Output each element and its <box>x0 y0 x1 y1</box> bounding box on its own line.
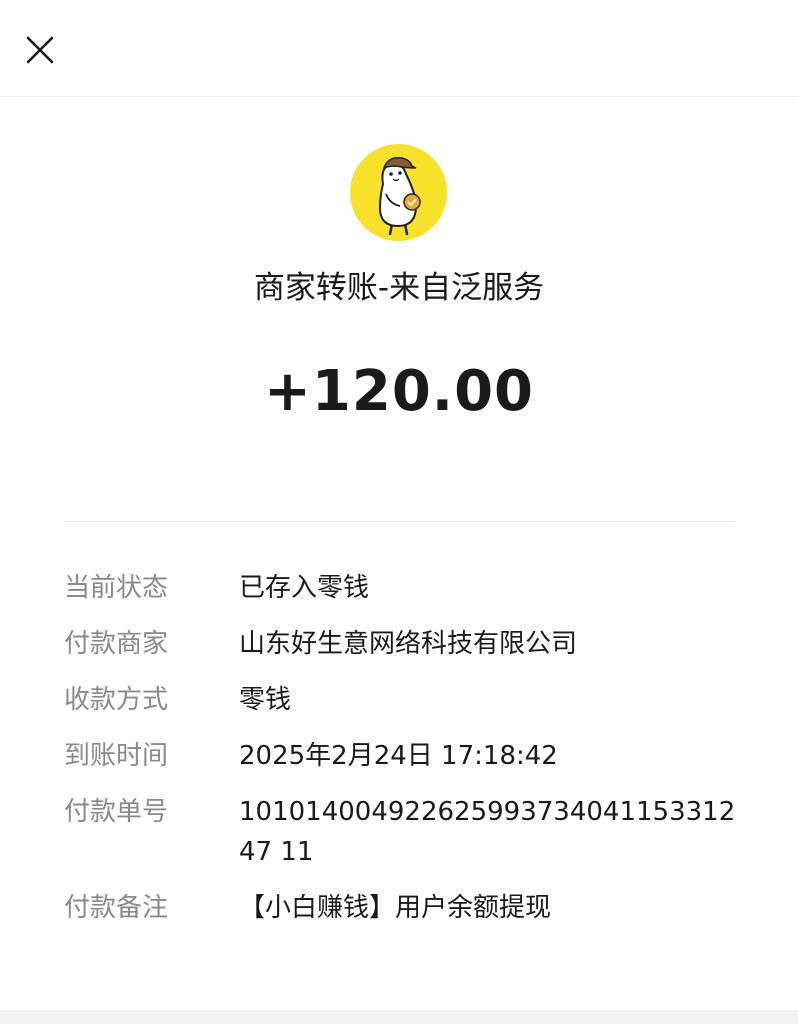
detail-label: 当前状态 <box>64 573 169 603</box>
detail-row-method: 收款方式 零钱 <box>64 680 744 720</box>
detail-value: 2025年2月24日 17:18:42 <box>239 741 558 771</box>
divider <box>64 521 734 522</box>
detail-row-status: 当前状态 已存入零钱 <box>64 568 744 608</box>
merchant-avatar <box>350 144 447 241</box>
detail-value: 10101400492262599373404115331247 11 <box>239 797 736 867</box>
detail-row-order-number: 付款单号 10101400492262599373404115331247 11 <box>64 792 744 872</box>
detail-row-time: 到账时间 2025年2月24日 17:18:42 <box>64 736 744 776</box>
detail-value: 山东好生意网络科技有限公司 <box>239 629 578 659</box>
details-list: 当前状态 已存入零钱 付款商家 山东好生意网络科技有限公司 收款方式 零钱 到账… <box>64 568 744 944</box>
mascot-avatar-icon <box>350 144 447 241</box>
merchant-title: 商家转账-来自泛服务 <box>253 270 545 306</box>
close-button[interactable] <box>18 28 62 72</box>
detail-label: 付款商家 <box>64 629 169 659</box>
detail-label: 收款方式 <box>64 685 169 715</box>
detail-label: 到账时间 <box>64 741 169 771</box>
bottom-bar <box>0 1010 798 1024</box>
close-icon <box>26 36 54 64</box>
detail-row-note: 付款备注 【小白赚钱】用户余额提现 <box>64 888 744 928</box>
top-bar <box>0 0 798 97</box>
detail-row-merchant: 付款商家 山东好生意网络科技有限公司 <box>64 624 744 664</box>
transfer-amount: +120.00 <box>263 359 535 424</box>
detail-label: 付款单号 <box>64 797 169 827</box>
detail-value: 零钱 <box>239 685 292 715</box>
detail-value: 已存入零钱 <box>239 573 370 603</box>
detail-value: 【小白赚钱】用户余额提现 <box>239 893 552 923</box>
detail-label: 付款备注 <box>64 893 169 923</box>
